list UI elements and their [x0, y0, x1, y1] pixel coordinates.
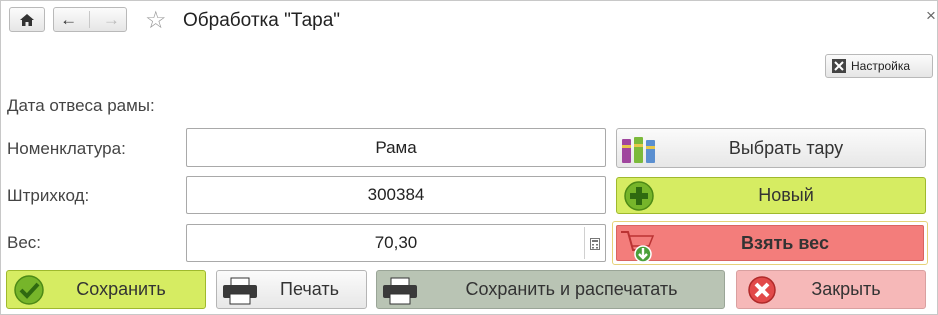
back-arrow-icon[interactable]: ← — [60, 10, 77, 30]
date-label: Дата отвеса рамы: — [7, 96, 155, 115]
nomenclature-field[interactable]: Рама — [186, 128, 606, 167]
take-weight-label: Взять вес — [741, 232, 829, 253]
printer-icon — [383, 277, 417, 305]
settings-icon — [832, 59, 846, 73]
nomenclature-label: Номенклатура: — [7, 139, 126, 158]
close-window-icon[interactable]: × — [926, 6, 936, 26]
save-print-button[interactable]: Сохранить и распечатать — [376, 270, 725, 309]
favorite-star-icon[interactable]: ☆ — [145, 6, 167, 35]
settings-button[interactable]: Настройка — [825, 54, 933, 78]
window-title: Обработка "Тара" — [183, 10, 341, 31]
forward-arrow-icon[interactable]: → — [103, 10, 120, 30]
printer-icon — [223, 277, 257, 305]
nomenclature-value: Рама — [375, 137, 417, 157]
nav-buttons: ← → — [53, 7, 127, 32]
books-icon — [622, 137, 655, 163]
calculator-icon[interactable] — [590, 238, 600, 250]
take-weight-button[interactable]: Взять вес — [612, 221, 928, 265]
close-icon — [748, 276, 776, 304]
barcode-value: 300384 — [367, 185, 425, 204]
home-button[interactable] — [9, 7, 45, 32]
choose-tare-label: Выбрать тару — [728, 137, 844, 158]
save-button[interactable]: Сохранить — [6, 270, 206, 309]
choose-tare-button[interactable]: Выбрать тару — [616, 128, 926, 168]
print-button[interactable]: Печать — [216, 270, 367, 309]
weight-label: Вес: — [7, 233, 42, 252]
barcode-label: Штрихкод: — [7, 186, 90, 205]
home-icon — [20, 13, 34, 26]
barcode-field[interactable]: 300384 — [186, 176, 606, 214]
close-button[interactable]: Закрыть — [736, 270, 926, 309]
checkmark-icon — [14, 275, 44, 305]
weight-value: 70,30 — [374, 233, 418, 252]
weight-field[interactable]: 70,30 — [186, 224, 606, 262]
save-print-label: Сохранить и распечатать — [465, 279, 678, 299]
new-button[interactable]: Новый — [616, 177, 926, 214]
new-label: Новый — [758, 185, 814, 205]
plus-icon — [624, 181, 654, 211]
settings-label: Настройка — [851, 59, 911, 73]
